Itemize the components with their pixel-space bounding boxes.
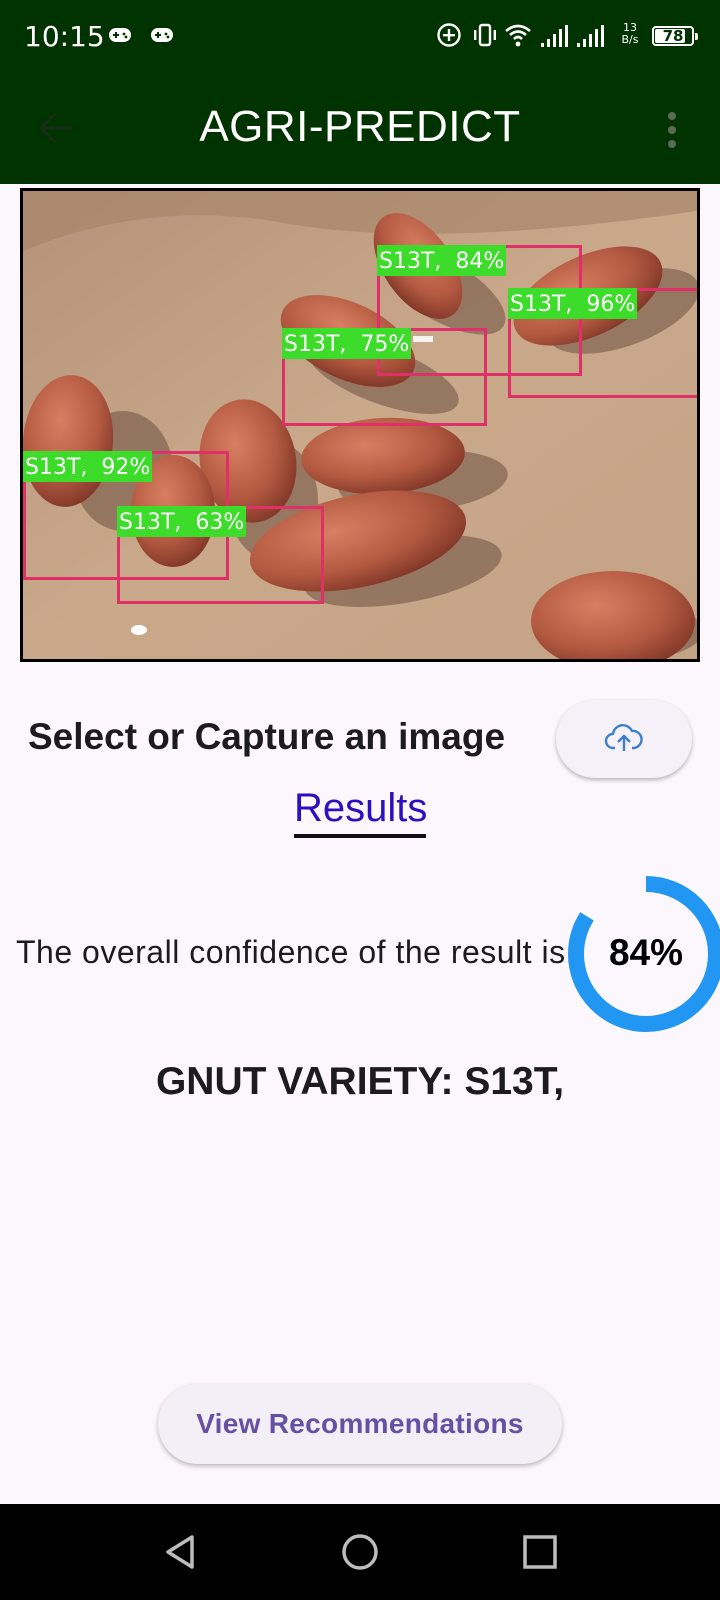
detection-label: S13T, 75%	[282, 328, 412, 359]
results-underline	[294, 834, 426, 838]
confidence-text: The overall confidence of the result is	[16, 934, 566, 970]
battery-icon: 78	[652, 26, 698, 46]
status-bar: 10:15 13 B/s 78	[0, 0, 720, 72]
detection-label: S13T, 96%	[508, 288, 638, 319]
detection-label: S13T, 63%	[117, 506, 247, 537]
detection-box: S13T, 63%	[117, 506, 324, 604]
detection-box: S13T, 96%	[508, 288, 697, 398]
wifi-icon	[505, 24, 531, 47]
app-bar: AGRI-PREDICT	[0, 72, 720, 184]
screen: 10:15 13 B/s 78 AGRI-PREDICT S13T, 84% S…	[0, 0, 720, 1600]
cloud-upload-icon	[604, 724, 643, 751]
detection-box: S13T, 75%	[282, 328, 487, 426]
gamepad-icon	[151, 28, 173, 42]
nav-bar	[0, 1504, 720, 1600]
upload-button[interactable]	[556, 700, 692, 778]
signal-icon	[541, 25, 568, 47]
app-title: AGRI-PREDICT	[199, 102, 521, 151]
detection-label: S13T, 84%	[377, 245, 507, 276]
detection-label: S13T, 92%	[23, 451, 153, 482]
detection-image: S13T, 84% S13T, 96% S13T, 75% S13T, 92% …	[20, 188, 700, 662]
results-tab[interactable]: Results	[294, 786, 427, 831]
confidence-value: 84%	[608, 932, 684, 973]
recents-square-icon[interactable]	[520, 1532, 560, 1572]
gamepad-icon	[109, 28, 131, 42]
view-recommendations-button[interactable]: View Recommendations	[158, 1384, 562, 1464]
status-time: 10:15	[24, 20, 105, 53]
back-triangle-icon[interactable]	[160, 1532, 200, 1572]
net-speed-unit: B/s	[621, 33, 639, 46]
vibrate-icon	[474, 23, 496, 47]
signal-icon	[577, 25, 604, 47]
select-image-label: Select or Capture an image	[28, 716, 506, 757]
net-speed: 13 B/s	[618, 22, 642, 46]
add-circle-icon	[437, 23, 461, 47]
more-vert-icon[interactable]	[656, 108, 688, 152]
battery-level: 78	[662, 27, 684, 45]
home-circle-icon[interactable]	[340, 1532, 380, 1572]
variety-result: GNUT VARIETY: S13T,	[155, 1060, 565, 1103]
